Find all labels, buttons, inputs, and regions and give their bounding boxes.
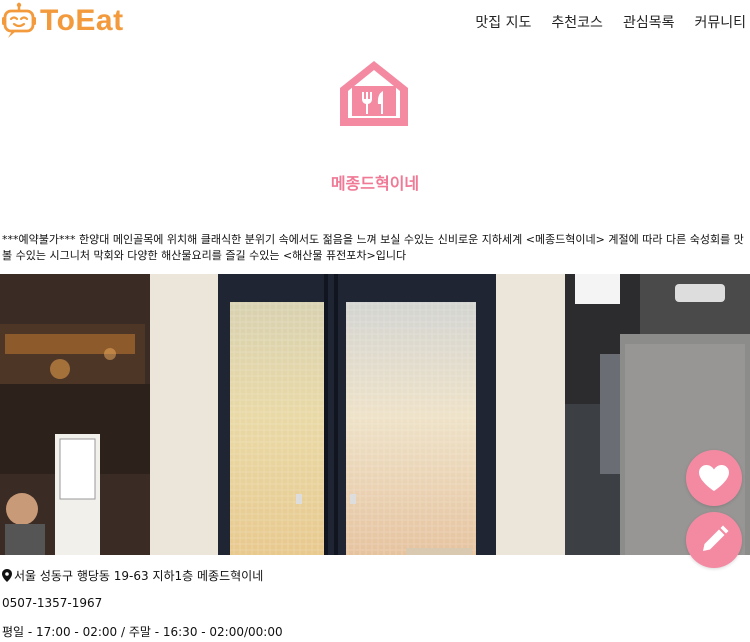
place-title: 메종드혁이네 [330, 174, 420, 193]
edit-button[interactable] [686, 512, 742, 568]
pencil-icon [703, 525, 729, 551]
robot-logo-icon [2, 2, 36, 38]
hours-text: 평일 - 17:00 - 02:00 / 주말 - 16:30 - 02:00/… [2, 625, 283, 639]
restaurant-house-icon [340, 61, 408, 126]
header: ToEat 맛집 지도 추천코스 관심목록 커뮤니티 [0, 0, 750, 44]
logo-text: ToEat [40, 4, 124, 37]
storefront-photo [0, 274, 750, 555]
address-row: 서울 성동구 행당동 19-63 지하1층 메종드혁이네 [2, 567, 263, 584]
map-pin-icon [2, 569, 12, 582]
hours-row: 평일 - 17:00 - 02:00 / 주말 - 16:30 - 02:00/… [2, 623, 283, 640]
address-text: 서울 성동구 행당동 19-63 지하1층 메종드혁이네 [14, 569, 264, 583]
nav-item-course[interactable]: 추천코스 [551, 12, 603, 32]
phone-text: 0507-1357-1967 [2, 596, 103, 610]
phone-row: 0507-1357-1967 [2, 596, 102, 610]
nav-item-community[interactable]: 커뮤니티 [694, 12, 746, 32]
place-description: ***예약불가*** 한양대 메인골목에 위치해 클래식한 분위기 속에서도 젊… [2, 233, 744, 262]
heart-icon [699, 465, 729, 491]
nav-item-map[interactable]: 맛집 지도 [475, 12, 531, 32]
main-nav: 맛집 지도 추천코스 관심목록 커뮤니티 [475, 12, 746, 32]
like-button[interactable] [686, 450, 742, 506]
nav-item-favorites[interactable]: 관심목록 [623, 12, 675, 32]
logo[interactable]: ToEat [2, 2, 124, 40]
